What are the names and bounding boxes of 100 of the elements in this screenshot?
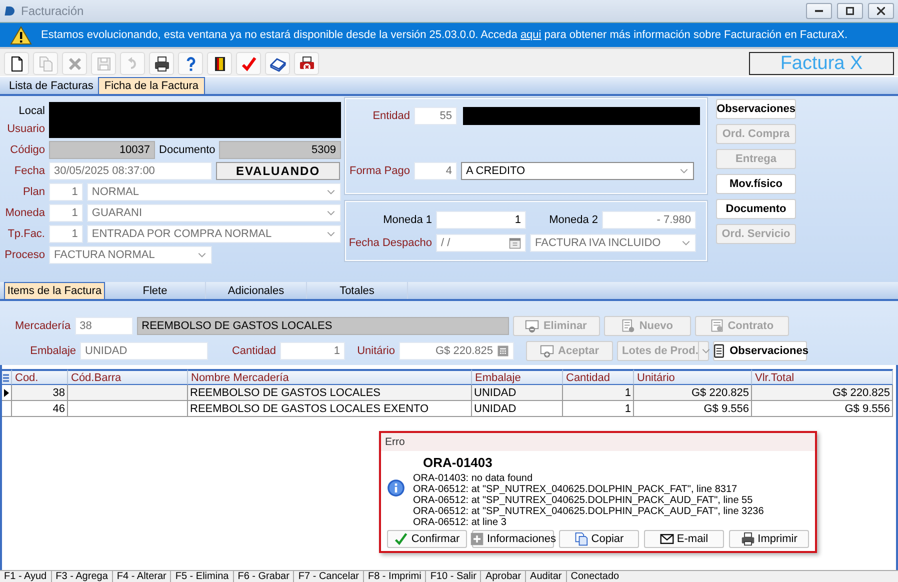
table-cell: UNIDAD — [472, 385, 563, 401]
packaging-field[interactable]: UNIDAD — [80, 342, 208, 360]
column-header[interactable]: Nombre Mercadería — [188, 369, 472, 385]
delete-icon — [66, 56, 82, 72]
rate-field[interactable]: 1 — [436, 211, 526, 229]
status-item: F10 - Salir — [426, 571, 482, 582]
minimize-button[interactable] — [806, 3, 832, 19]
code-field[interactable]: 10037 — [49, 141, 156, 159]
table-cell: G$ 220.825 — [634, 385, 752, 401]
field-label: Moneda 2 — [549, 214, 598, 226]
envelope-icon — [660, 532, 674, 546]
info-link[interactable]: aqui — [520, 29, 542, 41]
close-button[interactable] — [868, 3, 894, 19]
status-item: Auditar — [526, 571, 567, 582]
field-label: Proceso — [4, 249, 45, 261]
status-item: F1 - Ayud — [0, 571, 52, 582]
dialog-title: Erro — [381, 433, 815, 451]
dialog-button[interactable]: E-mail — [644, 530, 724, 548]
add-icon — [540, 344, 554, 358]
plus-icon — [470, 532, 484, 546]
table-cell: G$ 220.825 — [752, 385, 893, 401]
error-heading: ORA-01403 — [423, 455, 494, 470]
quantity-field[interactable]: 1 — [280, 342, 345, 360]
document-icon — [710, 319, 724, 333]
field-label: Local — [18, 105, 45, 117]
dialog-button[interactable]: Informaciones — [472, 530, 554, 548]
tab[interactable]: Items de la Factura — [4, 282, 105, 299]
error-line: ORA-06512: at "SP_NUTREX_040625.DOLPHIN_PACK_AUD_FAT", line 55 — [413, 495, 754, 506]
maximize-button[interactable] — [837, 3, 863, 19]
tab[interactable]: Totales — [307, 282, 408, 299]
field-label: Moneda — [5, 207, 45, 219]
side-button[interactable]: Observaciones — [716, 99, 796, 119]
caret-icon — [197, 250, 207, 260]
table-cell: REEMBOLSO DE GASTOS LOCALES — [188, 385, 472, 401]
book-icon — [270, 56, 286, 72]
tab[interactable]: Ficha de la Factura — [98, 77, 205, 94]
column-header[interactable]: Cód.Barra — [68, 369, 188, 385]
field-label: Código — [10, 144, 45, 156]
tab[interactable]: Adicionales — [206, 282, 307, 299]
field-label: Forma Pago — [349, 165, 410, 177]
rate-field[interactable]: - 7.980 — [602, 211, 696, 229]
status-item: Conectado — [570, 571, 620, 582]
code-field[interactable]: 55 — [414, 107, 457, 125]
calculator-icon — [497, 345, 509, 357]
field-label: Fecha — [14, 165, 45, 177]
table-cell: 1 — [563, 401, 634, 417]
column-header[interactable]: Vlr.Total — [752, 369, 893, 385]
name-field[interactable]: REEMBOLSO DE GASTOS LOCALES — [136, 317, 509, 335]
item-button[interactable]: Observaciones — [713, 341, 807, 361]
caret-icon — [326, 208, 336, 218]
toolbar-button[interactable] — [294, 52, 319, 75]
date-field[interactable]: / / — [436, 234, 526, 252]
field-label: Mercadería — [15, 320, 71, 332]
column-header[interactable]: Unitário — [634, 369, 752, 385]
table-cell: UNIDAD — [472, 401, 563, 417]
window-title: Facturación — [21, 4, 84, 18]
column-header[interactable]: Cantidad — [563, 369, 634, 385]
code-field[interactable]: 4 — [414, 162, 457, 180]
warning-icon — [10, 26, 32, 44]
printer-icon — [154, 56, 170, 72]
copy-icon — [38, 56, 54, 72]
column-header[interactable]: Cod. — [12, 369, 68, 385]
dialog-button[interactable]: Copiar — [559, 530, 639, 548]
toolbar-button[interactable] — [4, 52, 29, 75]
error-line: ORA-06512: at line 3 — [413, 517, 508, 528]
field-label: Unitário — [357, 345, 395, 357]
status-item: F4 - Alterar — [112, 571, 172, 582]
side-button[interactable]: Mov.físico — [716, 174, 796, 194]
toolbar-button[interactable] — [207, 52, 232, 75]
table-cell: G$ 9.556 — [634, 401, 752, 417]
side-button[interactable]: Documento — [716, 199, 796, 219]
toolbar-button[interactable] — [149, 52, 174, 75]
minimize-icon — [815, 10, 823, 12]
printer-icon — [740, 532, 755, 546]
price-field[interactable]: G$ 220.825 — [399, 342, 514, 360]
error-line: ORA-01403: no data found — [413, 473, 534, 484]
status-item: F6 - Grabar — [234, 571, 294, 582]
dialog-button[interactable]: Imprimir — [729, 530, 809, 548]
table-cell: 38 — [12, 385, 68, 401]
tab[interactable]: Flete — [105, 282, 206, 299]
column-header[interactable]: Embalaje — [472, 369, 563, 385]
tab[interactable]: Lista de Facturas — [4, 77, 98, 94]
status-label: EVALUANDO — [216, 162, 340, 180]
caret-icon — [701, 346, 712, 356]
code-field[interactable]: 38 — [74, 317, 133, 335]
table-cell: REEMBOLSO DE GASTOS LOCALES EXENTO — [188, 401, 472, 417]
field-label: Usuario — [7, 123, 45, 135]
dropdown[interactable]: A CREDITO — [461, 162, 694, 180]
date-field[interactable]: 30/05/2025 08:37:00 — [49, 162, 212, 180]
field-label: Plan — [22, 186, 45, 198]
dialog-button[interactable]: Confirmar — [387, 530, 467, 548]
toolbar-button[interactable] — [265, 52, 290, 75]
field-label: Cantidad — [232, 345, 276, 357]
document-field[interactable]: 5309 — [219, 141, 341, 159]
calendar-icon — [509, 237, 521, 249]
field-label: Documento — [159, 144, 216, 156]
status-item: F5 - Elimina — [171, 571, 234, 582]
field-label: Embalaje — [30, 345, 76, 357]
brand-logo: Factura X — [749, 52, 894, 75]
checkmark-icon — [394, 532, 408, 546]
